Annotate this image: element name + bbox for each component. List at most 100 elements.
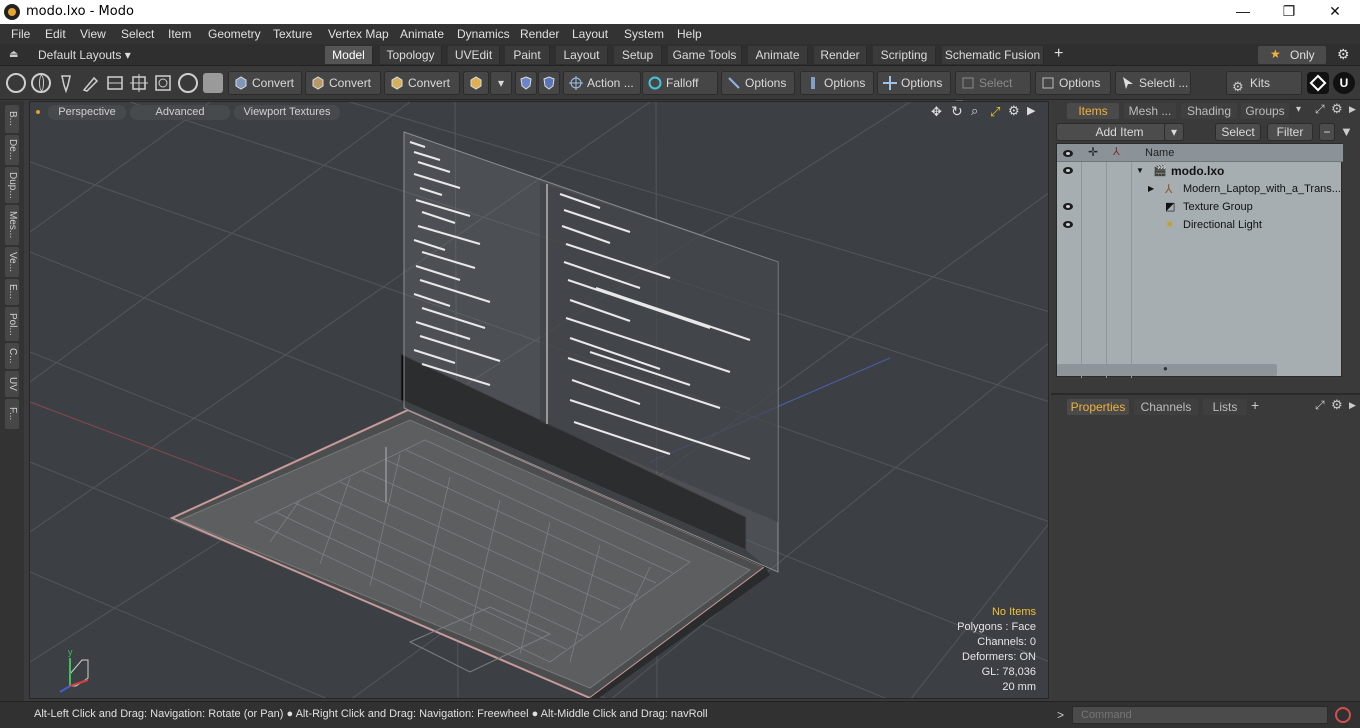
- menu-dynamics[interactable]: Dynamics: [457, 27, 510, 41]
- selection-button[interactable]: Selecti ...: [1115, 71, 1191, 95]
- locator-column-icon[interactable]: ⅄: [1113, 145, 1120, 158]
- close-button[interactable]: ✕: [1312, 0, 1358, 24]
- lock-column-icon[interactable]: ✛: [1088, 145, 1098, 159]
- snap-dropdown[interactable]: ▾: [490, 71, 512, 95]
- gear-icon[interactable]: ⚙: [1337, 46, 1350, 63]
- visibility-eye-icon[interactable]: [1063, 221, 1073, 228]
- tab-topology[interactable]: Topology: [380, 46, 442, 64]
- 3d-viewport[interactable]: y Perspective Advanced Viewport Textures…: [29, 101, 1049, 699]
- menu-view[interactable]: View: [80, 27, 106, 41]
- pen-icon[interactable]: [56, 73, 76, 94]
- tab-render[interactable]: Render: [814, 46, 867, 64]
- collapse-icon[interactable]: ⏏: [9, 49, 21, 60]
- maximize-button[interactable]: ❐: [1266, 0, 1312, 24]
- menu-render[interactable]: Render: [520, 27, 559, 41]
- tab-uvedit[interactable]: UVEdit: [448, 46, 500, 64]
- viewport-textures-button[interactable]: Viewport Textures: [234, 105, 340, 120]
- list-item-directional-light[interactable]: ✶ Directional Light: [1057, 216, 1343, 234]
- tab-animate[interactable]: Animate: [748, 46, 808, 64]
- edge-mode-icon[interactable]: [105, 73, 125, 93]
- select-button[interactable]: Select: [1215, 123, 1261, 141]
- horizontal-scrollbar[interactable]: ●: [1057, 364, 1277, 376]
- expand-icon[interactable]: ⤢: [1315, 398, 1325, 413]
- menu-vertex-map[interactable]: Vertex Map: [328, 27, 389, 41]
- left-tab-duplicate[interactable]: Dup...: [5, 167, 19, 203]
- minimize-button[interactable]: —: [1220, 0, 1266, 24]
- props-gear-icon[interactable]: ⚙: [1331, 397, 1343, 413]
- left-tab-edge[interactable]: E...: [5, 279, 19, 305]
- eye-column-icon[interactable]: [1063, 150, 1073, 157]
- tab-setup[interactable]: Setup: [614, 46, 662, 64]
- panel-arrow-icon[interactable]: ▶: [1349, 104, 1356, 115]
- symmetry-button[interactable]: [515, 71, 537, 95]
- tab-properties[interactable]: Properties: [1067, 399, 1129, 415]
- snap-button[interactable]: [463, 71, 489, 95]
- collapse-list-button[interactable]: −: [1319, 123, 1335, 141]
- convert-button-1[interactable]: Convert: [228, 71, 302, 95]
- perspective-button[interactable]: Perspective: [48, 105, 126, 120]
- expand-icon[interactable]: ⤢: [1315, 102, 1325, 117]
- menu-texture[interactable]: Texture: [273, 27, 312, 41]
- tab-paint[interactable]: Paint: [505, 46, 550, 64]
- add-tab-icon[interactable]: +: [1251, 397, 1259, 413]
- options-button-1[interactable]: Options: [721, 71, 795, 95]
- visibility-eye-icon[interactable]: [1063, 167, 1073, 174]
- tab-layout[interactable]: Layout: [556, 46, 608, 64]
- rotate-icon[interactable]: ↻: [951, 103, 963, 120]
- viewport-menu-arrow-icon[interactable]: ▶: [1027, 104, 1035, 117]
- workplane-button[interactable]: [538, 71, 560, 95]
- viewport-gear-icon[interactable]: ⚙: [1008, 103, 1020, 119]
- left-tab-curve[interactable]: C...: [5, 343, 19, 369]
- tabs-dropdown-icon[interactable]: ▾: [1296, 104, 1301, 115]
- menu-system[interactable]: System: [624, 27, 664, 41]
- expand-arrow-icon[interactable]: ▼: [1136, 162, 1144, 180]
- left-tab-vertex[interactable]: Ve...: [5, 247, 19, 277]
- globe-icon[interactable]: [31, 73, 51, 93]
- only-toggle[interactable]: ★ Only: [1258, 46, 1326, 64]
- convert-button-3[interactable]: Convert: [384, 71, 460, 95]
- tab-shading[interactable]: Shading: [1181, 103, 1237, 119]
- add-item-dropdown[interactable]: ▾: [1164, 123, 1184, 141]
- item-mode-icon[interactable]: [153, 73, 173, 93]
- unreal-icon[interactable]: U: [1333, 72, 1355, 94]
- action-center-button[interactable]: Action ...: [563, 71, 641, 95]
- advanced-button[interactable]: Advanced: [130, 105, 230, 120]
- options-button-3[interactable]: Options: [877, 71, 951, 95]
- left-tab-uv[interactable]: UV: [5, 371, 19, 397]
- brush-icon[interactable]: [80, 73, 100, 93]
- list-item-mesh[interactable]: ▶ ⅄ Modern_Laptop_with_a_Trans...: [1057, 180, 1343, 198]
- tab-mesh[interactable]: Mesh ...: [1124, 103, 1176, 119]
- material-mode-icon[interactable]: [178, 73, 198, 93]
- funnel-icon[interactable]: ▼: [1340, 124, 1353, 139]
- tab-scripting[interactable]: Scripting: [873, 46, 936, 64]
- record-icon[interactable]: [1335, 707, 1351, 723]
- menu-geometry[interactable]: Geometry: [208, 27, 261, 41]
- tab-game-tools[interactable]: Game Tools: [668, 46, 742, 64]
- command-input[interactable]: [1072, 706, 1328, 724]
- tab-items[interactable]: Items: [1067, 103, 1119, 119]
- menu-select[interactable]: Select: [121, 27, 154, 41]
- zoom-icon[interactable]: ⌕: [971, 103, 978, 119]
- layout-selector[interactable]: Default Layouts ▾: [38, 48, 131, 62]
- tab-model[interactable]: Model: [325, 46, 373, 64]
- name-column-header[interactable]: Name: [1145, 147, 1174, 159]
- shaded-cube-icon[interactable]: [203, 73, 223, 93]
- vertex-mode-icon[interactable]: [6, 73, 26, 93]
- props-arrow-icon[interactable]: ▶: [1349, 400, 1356, 411]
- menu-animate[interactable]: Animate: [400, 27, 444, 41]
- left-tab-deform[interactable]: De...: [5, 135, 19, 165]
- select-through-button[interactable]: Select T...: [955, 71, 1031, 112]
- filter-button[interactable]: Filter: [1267, 123, 1313, 141]
- add-tab-button[interactable]: +: [1054, 45, 1063, 63]
- tab-lists[interactable]: Lists: [1203, 399, 1247, 415]
- panel-gear-icon[interactable]: ⚙: [1331, 101, 1343, 117]
- expand-arrow-icon[interactable]: ▶: [1148, 180, 1154, 198]
- falloff-button[interactable]: Falloff: [642, 71, 718, 95]
- tab-channels[interactable]: Channels: [1134, 399, 1198, 415]
- options-button-2[interactable]: Options: [800, 71, 874, 95]
- left-tab-fusion[interactable]: F...: [5, 399, 19, 429]
- tab-groups[interactable]: Groups: [1241, 103, 1289, 119]
- left-tab-polygon[interactable]: Pol...: [5, 307, 19, 341]
- polygon-mode-icon[interactable]: [129, 73, 149, 93]
- menu-help[interactable]: Help: [677, 27, 702, 41]
